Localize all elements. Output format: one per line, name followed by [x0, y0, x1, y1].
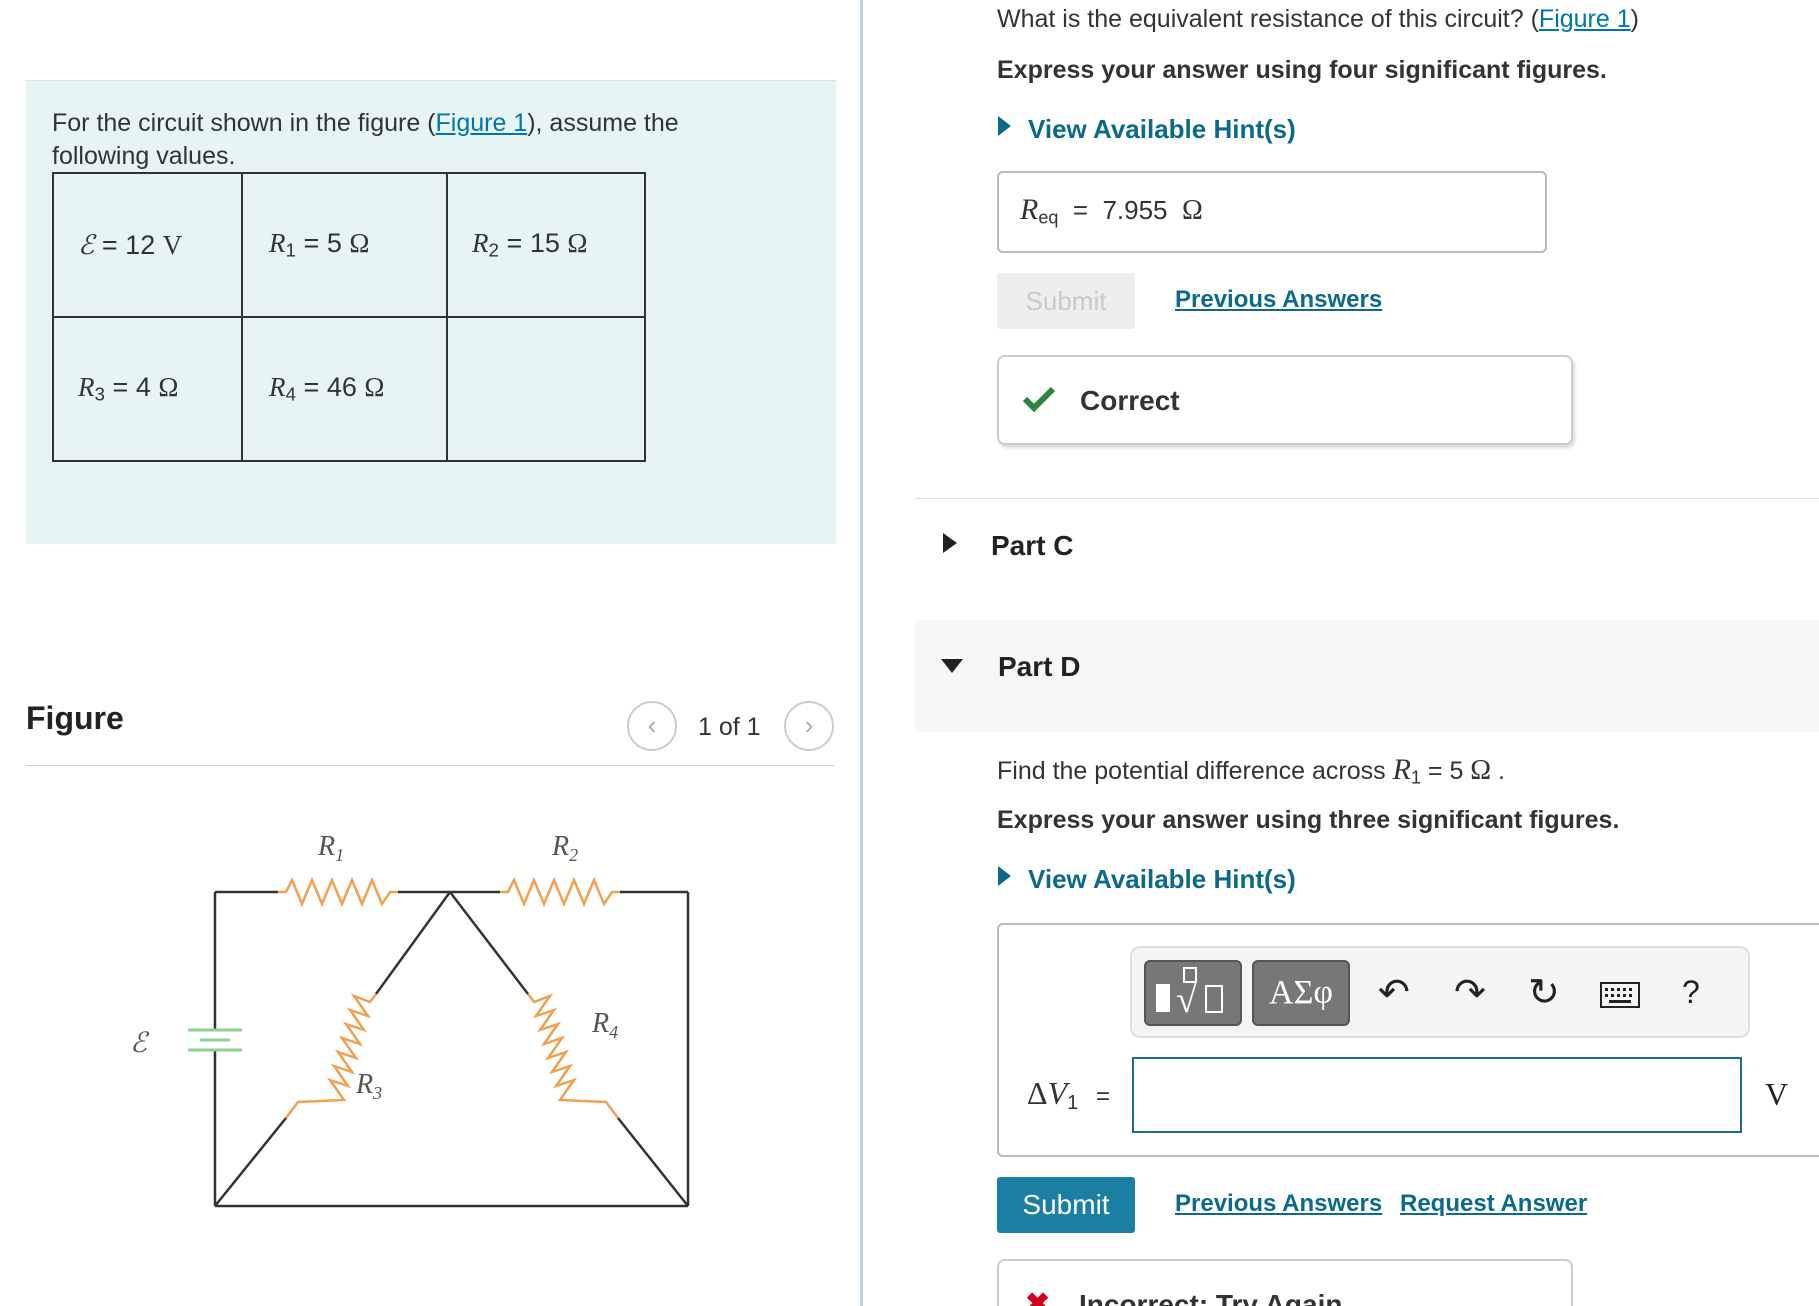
- templates-button[interactable]: √: [1144, 960, 1242, 1026]
- part-b-question: What is the equivalent resistance of thi…: [997, 5, 1639, 33]
- templates-icon: √: [1156, 967, 1223, 1021]
- chevron-left-icon: ‹: [647, 710, 657, 740]
- problem-intro-text: For the circuit shown in the figure (Fig…: [52, 109, 679, 170]
- figure-prev-button[interactable]: ‹: [627, 701, 677, 751]
- part-b-figure-link[interactable]: Figure 1: [1539, 5, 1631, 33]
- label-r2: R2: [551, 831, 578, 865]
- reset-icon[interactable]: ↻: [1528, 970, 1560, 1015]
- keyboard-icon[interactable]: [1600, 982, 1640, 1008]
- value-emf: ℰ = 12 V: [52, 172, 243, 318]
- resistor-r2: [500, 876, 620, 908]
- redo-icon[interactable]: ↷: [1454, 970, 1486, 1015]
- figure-link[interactable]: Figure 1: [436, 109, 528, 137]
- part-b-submit-button[interactable]: Submit: [997, 273, 1135, 329]
- svg-text:√: √: [1176, 979, 1197, 1021]
- value-empty-cell: [446, 316, 646, 462]
- figure-next-button[interactable]: ›: [784, 701, 834, 751]
- hint-arrow-icon: [998, 116, 1011, 136]
- hint-arrow-icon: [998, 866, 1011, 886]
- figure-pager-text: 1 of 1: [698, 713, 761, 741]
- value-r2: R2 = 15 Ω: [446, 172, 646, 318]
- label-r4: R4: [591, 1008, 618, 1042]
- figure-divider: [26, 765, 834, 766]
- part-d-instruction: Express your answer using three signific…: [997, 806, 1620, 834]
- panel-divider: [860, 0, 863, 1306]
- part-d-hint-link[interactable]: View Available Hint(s): [1028, 864, 1296, 895]
- undo-icon[interactable]: ↶: [1378, 970, 1410, 1015]
- part-d-answer-input[interactable]: [1132, 1057, 1742, 1133]
- part-b-answer: Req = 7.955 Ω: [1020, 193, 1203, 228]
- part-d-title[interactable]: Part D: [998, 651, 1080, 683]
- value-r4: R4 = 46 Ω: [241, 316, 448, 462]
- part-b-previous-answers-link[interactable]: Previous Answers: [1175, 286, 1382, 314]
- checkmark-icon: [1022, 386, 1056, 413]
- part-c-title[interactable]: Part C: [991, 530, 1073, 562]
- parts-divider: [915, 498, 1819, 499]
- part-d-submit-button[interactable]: Submit: [997, 1177, 1135, 1233]
- resistor-r1: [278, 876, 398, 908]
- part-d-unit: V: [1765, 1076, 1789, 1112]
- circuit-wires: [213, 890, 690, 1208]
- part-c-expand-icon[interactable]: [943, 533, 957, 553]
- figure-title: Figure: [26, 700, 124, 736]
- part-d-feedback-text: Incorrect; Try Again: [1079, 1289, 1343, 1306]
- part-d-previous-answers-link[interactable]: Previous Answers: [1175, 1190, 1382, 1218]
- label-r1: R1: [317, 831, 344, 865]
- value-r3: R3 = 4 Ω: [52, 316, 243, 462]
- part-d-feedback-box: ✖ Incorrect; Try Again: [997, 1259, 1573, 1306]
- part-b-feedback-text: Correct: [1080, 385, 1180, 416]
- values-table: ℰ = 12 V R1 = 5 Ω R2 = 15 Ω R3 = 4 Ω R4 …: [52, 172, 646, 462]
- part-b-hint-link[interactable]: View Available Hint(s): [1028, 114, 1296, 145]
- label-emf: ℰ: [130, 1028, 150, 1059]
- battery-emf: [188, 1028, 242, 1052]
- label-r3: R3: [355, 1069, 382, 1103]
- part-d-request-answer-link[interactable]: Request Answer: [1400, 1190, 1587, 1218]
- help-button[interactable]: ?: [1682, 974, 1700, 1011]
- part-d-question: Find the potential difference across R1 …: [997, 753, 1506, 788]
- part-b-instruction: Express your answer using four significa…: [997, 56, 1607, 84]
- math-toolbar: √ ΑΣφ ↶ ↷ ↻ ?: [1130, 946, 1750, 1038]
- greek-symbols-button[interactable]: ΑΣφ: [1252, 960, 1350, 1026]
- circuit-diagram: R1 R2 R3 R4 ℰ: [130, 831, 690, 1208]
- part-d-answer-label: ΔV1 =: [1027, 1075, 1111, 1114]
- part-d-collapse-icon[interactable]: [941, 659, 963, 673]
- value-r1: R1 = 5 Ω: [241, 172, 448, 318]
- x-icon: ✖: [1025, 1288, 1051, 1306]
- chevron-right-icon: ›: [804, 710, 814, 740]
